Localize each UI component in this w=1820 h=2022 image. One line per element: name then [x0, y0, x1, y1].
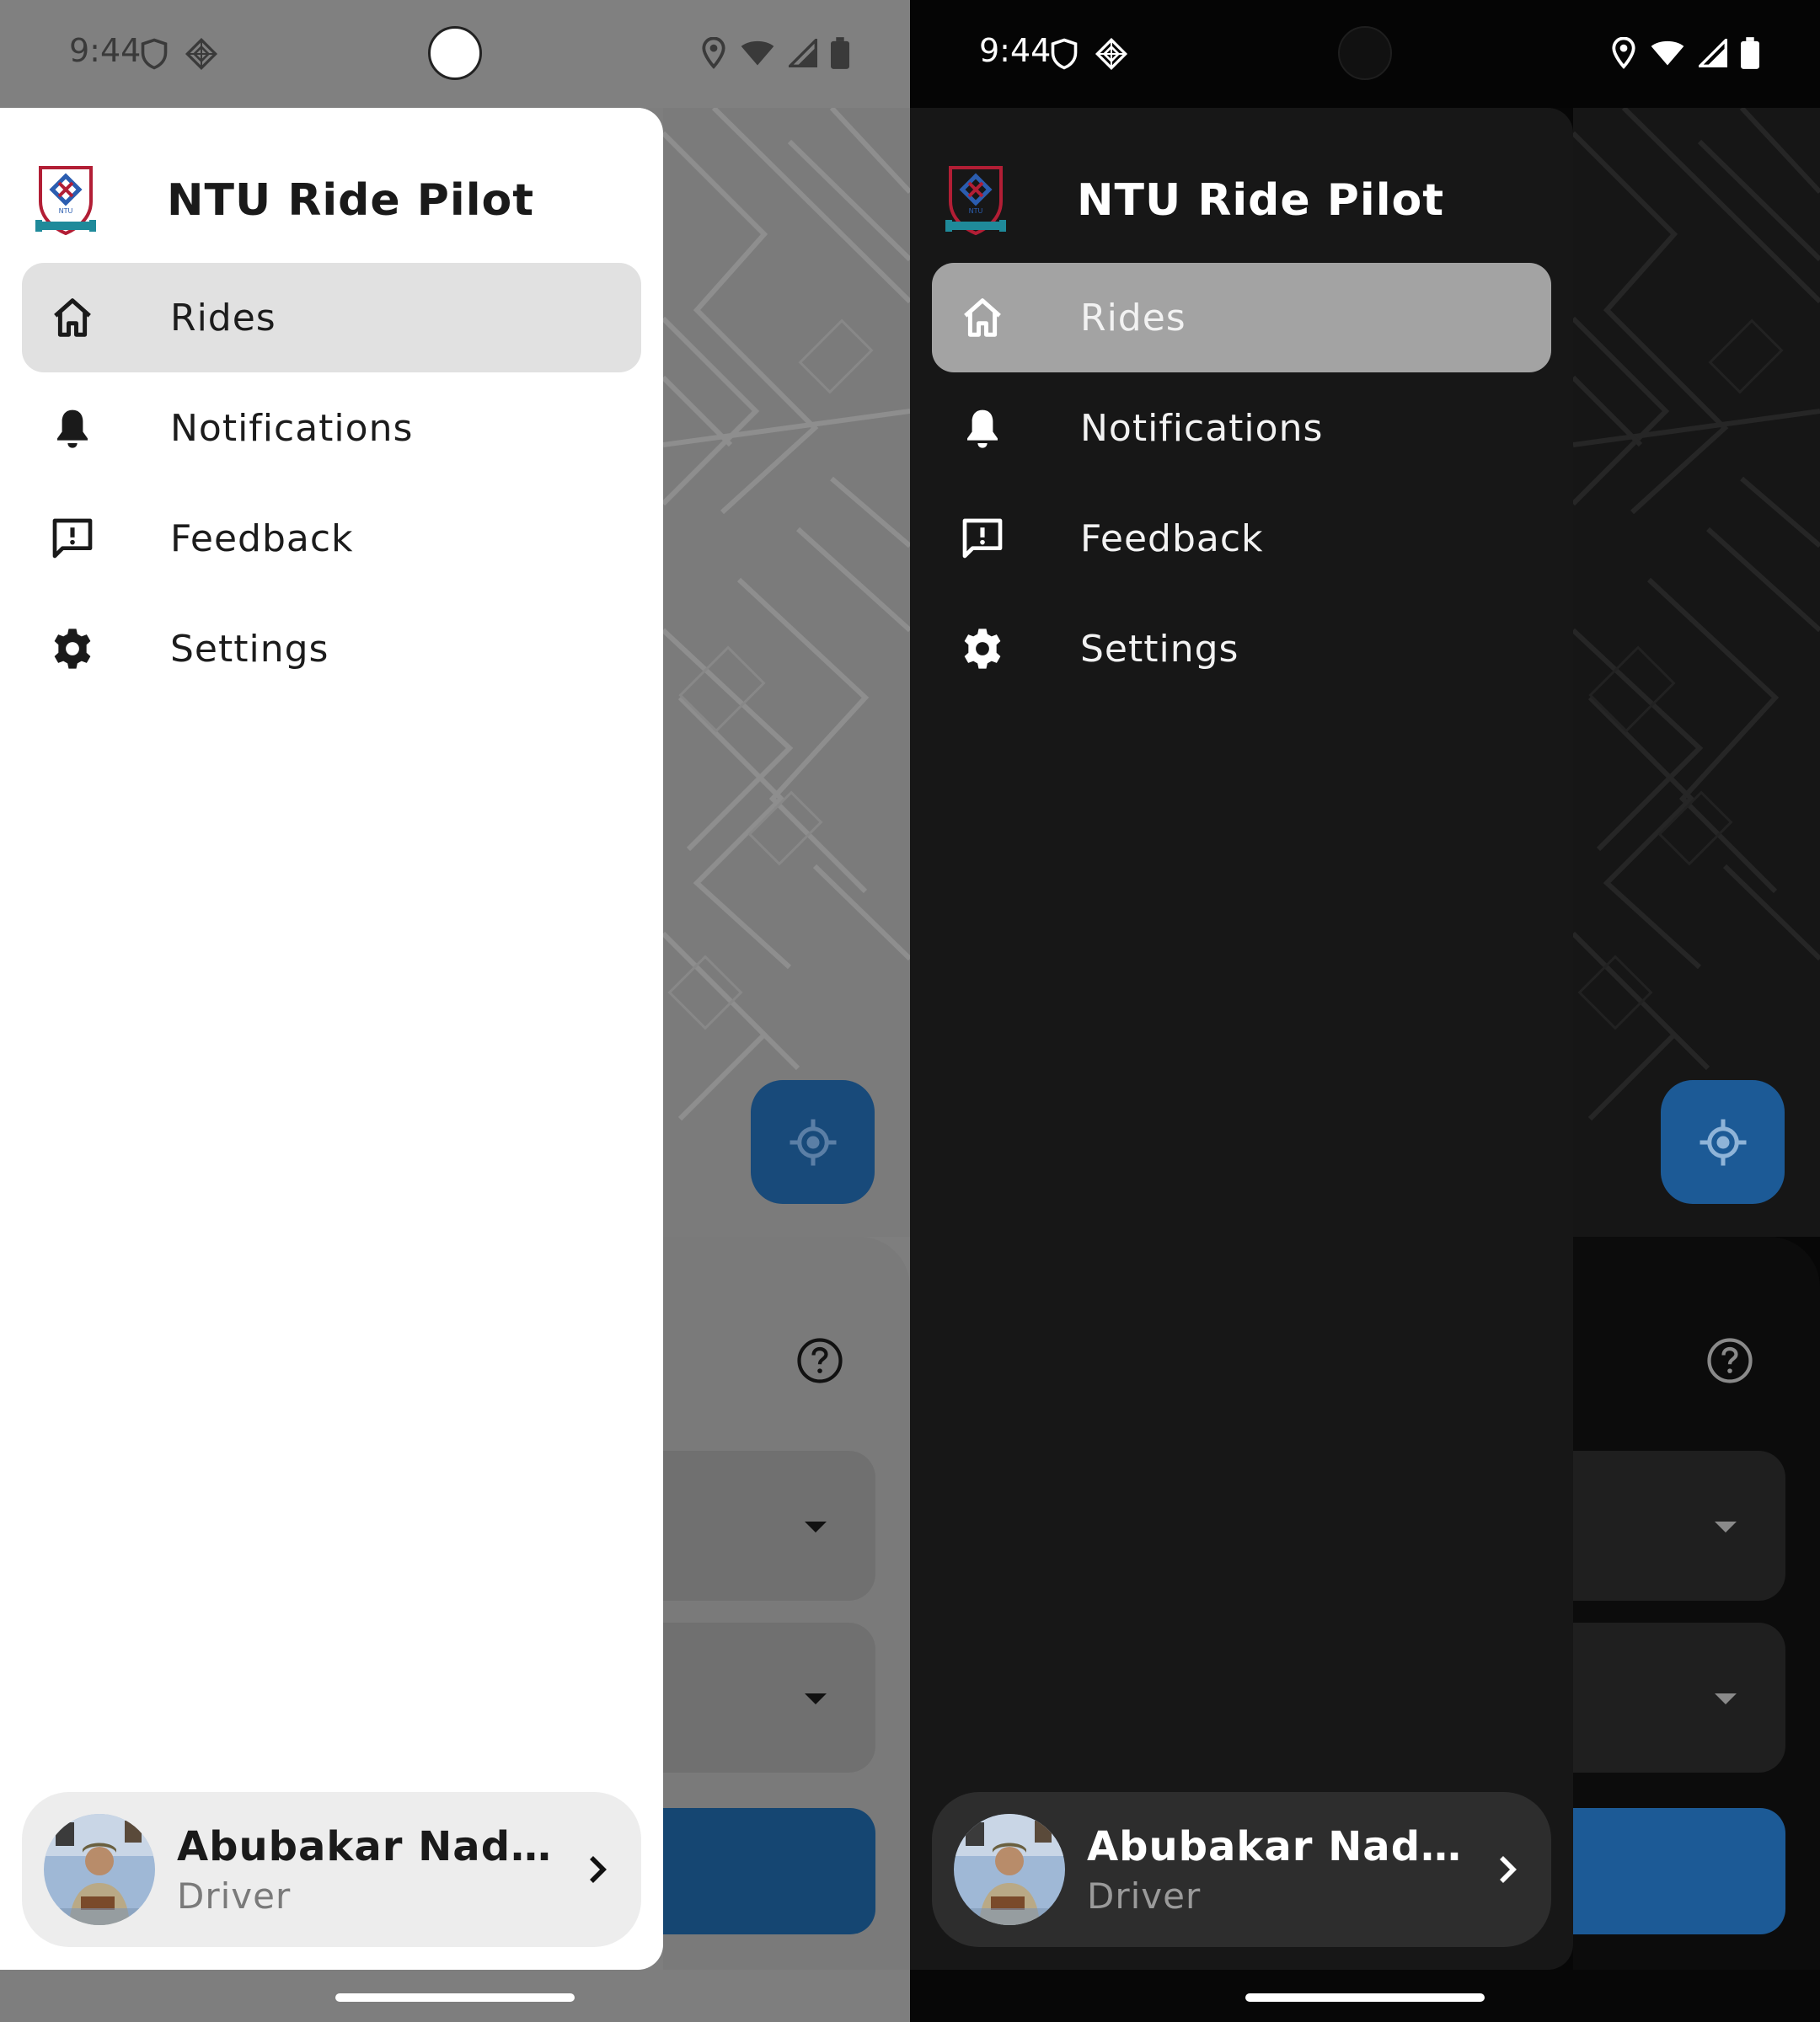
- navigation-drawer: NTU NTU Ride Pilot Rides Notifications F…: [910, 108, 1573, 1970]
- dropdown-field[interactable]: [1573, 1451, 1785, 1601]
- nav-item-label: Rides: [170, 296, 276, 340]
- signal-icon: [786, 36, 817, 71]
- map-view[interactable]: [663, 108, 910, 1237]
- profile-card[interactable]: Abubakar Nade... Driver: [22, 1792, 641, 1947]
- navigation-drawer: NTU NTU Ride Pilot Rides Notifications F…: [0, 108, 663, 1970]
- battery-icon: [1741, 37, 1759, 72]
- my-location-icon: [790, 1119, 836, 1165]
- my-location-button[interactable]: [1661, 1080, 1785, 1204]
- caret-down-icon: [805, 1693, 827, 1704]
- nav-item-settings[interactable]: Settings: [22, 594, 641, 703]
- profile-role: Driver: [1087, 1875, 1202, 1917]
- nav-item-label: Settings: [1080, 627, 1239, 671]
- nav-item-label: Notifications: [1080, 406, 1324, 450]
- home-icon: [957, 292, 1008, 343]
- nav-list: Rides Notifications Feedback Settings: [932, 263, 1551, 704]
- home-icon: [47, 292, 98, 343]
- nav-item-rides[interactable]: Rides: [22, 263, 641, 372]
- camera-cutout: [1338, 26, 1392, 80]
- nav-item-label: Notifications: [170, 406, 414, 450]
- status-bar: 9:44: [910, 0, 1820, 108]
- nav-item-label: Settings: [170, 627, 329, 671]
- status-time: 9:44: [979, 32, 1052, 69]
- feedback-icon: [957, 513, 1008, 564]
- dropdown-field[interactable]: [1573, 1623, 1785, 1773]
- nav-item-feedback[interactable]: Feedback: [22, 484, 641, 593]
- nav-item-label: Feedback: [1080, 516, 1264, 560]
- profile-name: Abubakar Nade...: [177, 1822, 565, 1870]
- bell-icon: [47, 403, 98, 453]
- bell-icon: [957, 403, 1008, 453]
- caret-down-icon: [1715, 1522, 1737, 1533]
- chevron-right-icon: [1491, 1848, 1525, 1891]
- diamond-grid-icon: [185, 37, 218, 74]
- nav-item-rides[interactable]: Rides: [932, 263, 1551, 372]
- gesture-handle[interactable]: [1245, 1993, 1485, 2002]
- nav-item-feedback[interactable]: Feedback: [932, 484, 1551, 593]
- app-title: NTU Ride Pilot: [167, 175, 535, 226]
- nav-item-label: Rides: [1080, 296, 1186, 340]
- nav-item-notifications[interactable]: Notifications: [932, 373, 1551, 483]
- nav-item-settings[interactable]: Settings: [932, 594, 1551, 703]
- light-theme-screen: 9:44 NTU NTU Ride Pilot Rides Notificati…: [0, 0, 910, 2022]
- help-circle-icon[interactable]: [1706, 1337, 1753, 1388]
- ntu-crest-logo: NTU: [944, 163, 1008, 238]
- shield-icon: [139, 37, 169, 74]
- location-icon: [1611, 36, 1636, 72]
- battery-icon: [831, 37, 849, 72]
- drawer-header: NTU NTU Ride Pilot: [944, 158, 1444, 243]
- svg-text:NTU: NTU: [969, 207, 983, 215]
- avatar: [954, 1814, 1065, 1925]
- wifi-icon: [1650, 39, 1685, 71]
- my-location-button[interactable]: [751, 1080, 875, 1204]
- app-title: NTU Ride Pilot: [1077, 175, 1445, 226]
- avatar: [44, 1814, 155, 1925]
- chevron-right-icon: [581, 1848, 615, 1891]
- signal-icon: [1696, 36, 1727, 71]
- gear-icon: [47, 623, 98, 674]
- gear-icon: [957, 623, 1008, 674]
- profile-card[interactable]: Abubakar Nade... Driver: [932, 1792, 1551, 1947]
- nav-list: Rides Notifications Feedback Settings: [22, 263, 641, 704]
- status-bar: 9:44: [0, 0, 910, 108]
- camera-cutout: [428, 26, 482, 80]
- primary-action-button[interactable]: [1573, 1808, 1785, 1934]
- gesture-handle[interactable]: [335, 1993, 575, 2002]
- svg-text:NTU: NTU: [59, 207, 73, 215]
- shield-icon: [1049, 37, 1079, 74]
- location-icon: [701, 36, 726, 72]
- diamond-grid-icon: [1095, 37, 1128, 74]
- ntu-crest-logo: NTU: [34, 163, 98, 238]
- map-view[interactable]: [1573, 108, 1820, 1237]
- drawer-header: NTU NTU Ride Pilot: [34, 158, 534, 243]
- caret-down-icon: [805, 1522, 827, 1533]
- dropdown-field[interactable]: [663, 1623, 875, 1773]
- wifi-icon: [740, 39, 775, 71]
- dark-theme-screen: 9:44 NTU NTU Ride Pilot Rides Notificati…: [910, 0, 1820, 2022]
- feedback-icon: [47, 513, 98, 564]
- dropdown-field[interactable]: [663, 1451, 875, 1601]
- primary-action-button[interactable]: [663, 1808, 875, 1934]
- my-location-icon: [1700, 1119, 1746, 1165]
- caret-down-icon: [1715, 1693, 1737, 1704]
- nav-item-notifications[interactable]: Notifications: [22, 373, 641, 483]
- profile-name: Abubakar Nade...: [1087, 1822, 1475, 1870]
- nav-item-label: Feedback: [170, 516, 354, 560]
- status-time: 9:44: [69, 32, 142, 69]
- help-circle-icon[interactable]: [796, 1337, 843, 1388]
- profile-role: Driver: [177, 1875, 292, 1917]
